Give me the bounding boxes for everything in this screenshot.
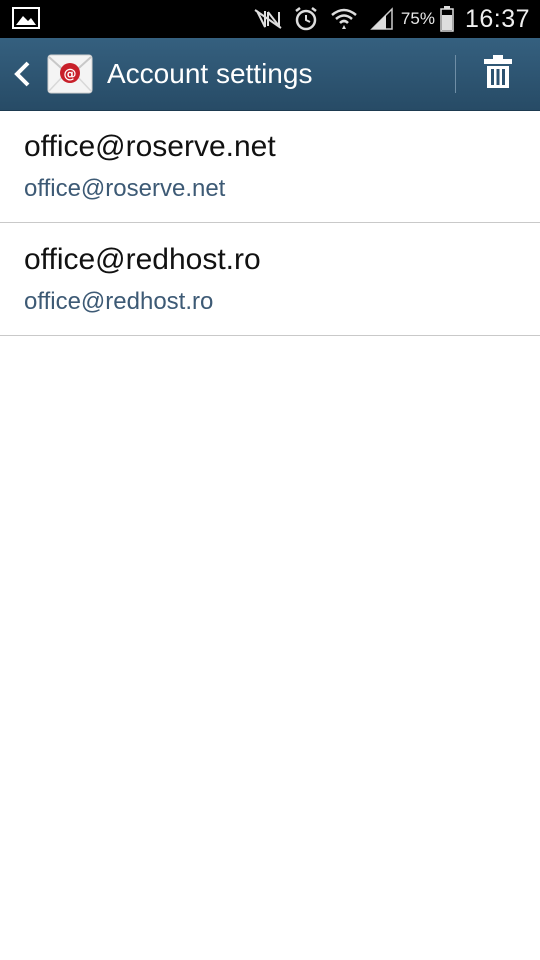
action-bar: @ Account settings bbox=[0, 38, 540, 111]
chevron-left-icon bbox=[12, 60, 34, 88]
action-bar-divider bbox=[455, 55, 456, 93]
picture-notification-icon bbox=[12, 7, 40, 29]
account-list: office@roserve.net office@roserve.net of… bbox=[0, 110, 540, 336]
delete-button[interactable] bbox=[470, 48, 526, 100]
status-clock: 16:37 bbox=[464, 4, 530, 33]
trash-icon bbox=[484, 54, 512, 94]
wifi-icon bbox=[329, 6, 359, 32]
status-bar: 75% 16:37 bbox=[0, 0, 540, 38]
status-icons: 75% 16:37 bbox=[245, 0, 530, 38]
account-email: office@roserve.net bbox=[24, 175, 226, 202]
email-app-icon[interactable]: @ bbox=[47, 54, 93, 94]
account-email: office@redhost.ro bbox=[24, 288, 214, 315]
account-name: office@redhost.ro bbox=[24, 243, 261, 276]
account-item[interactable]: office@roserve.net office@roserve.net bbox=[0, 110, 540, 223]
account-name: office@roserve.net bbox=[24, 130, 276, 163]
nfc-icon bbox=[253, 6, 283, 32]
battery-icon bbox=[439, 6, 455, 32]
page-title: Account settings bbox=[107, 58, 313, 89]
alarm-icon bbox=[291, 6, 321, 32]
signal-icon bbox=[367, 6, 397, 32]
account-item[interactable]: office@redhost.ro office@redhost.ro bbox=[0, 223, 540, 336]
battery-percent: 75% bbox=[400, 9, 435, 28]
svg-text:@: @ bbox=[64, 67, 77, 82]
